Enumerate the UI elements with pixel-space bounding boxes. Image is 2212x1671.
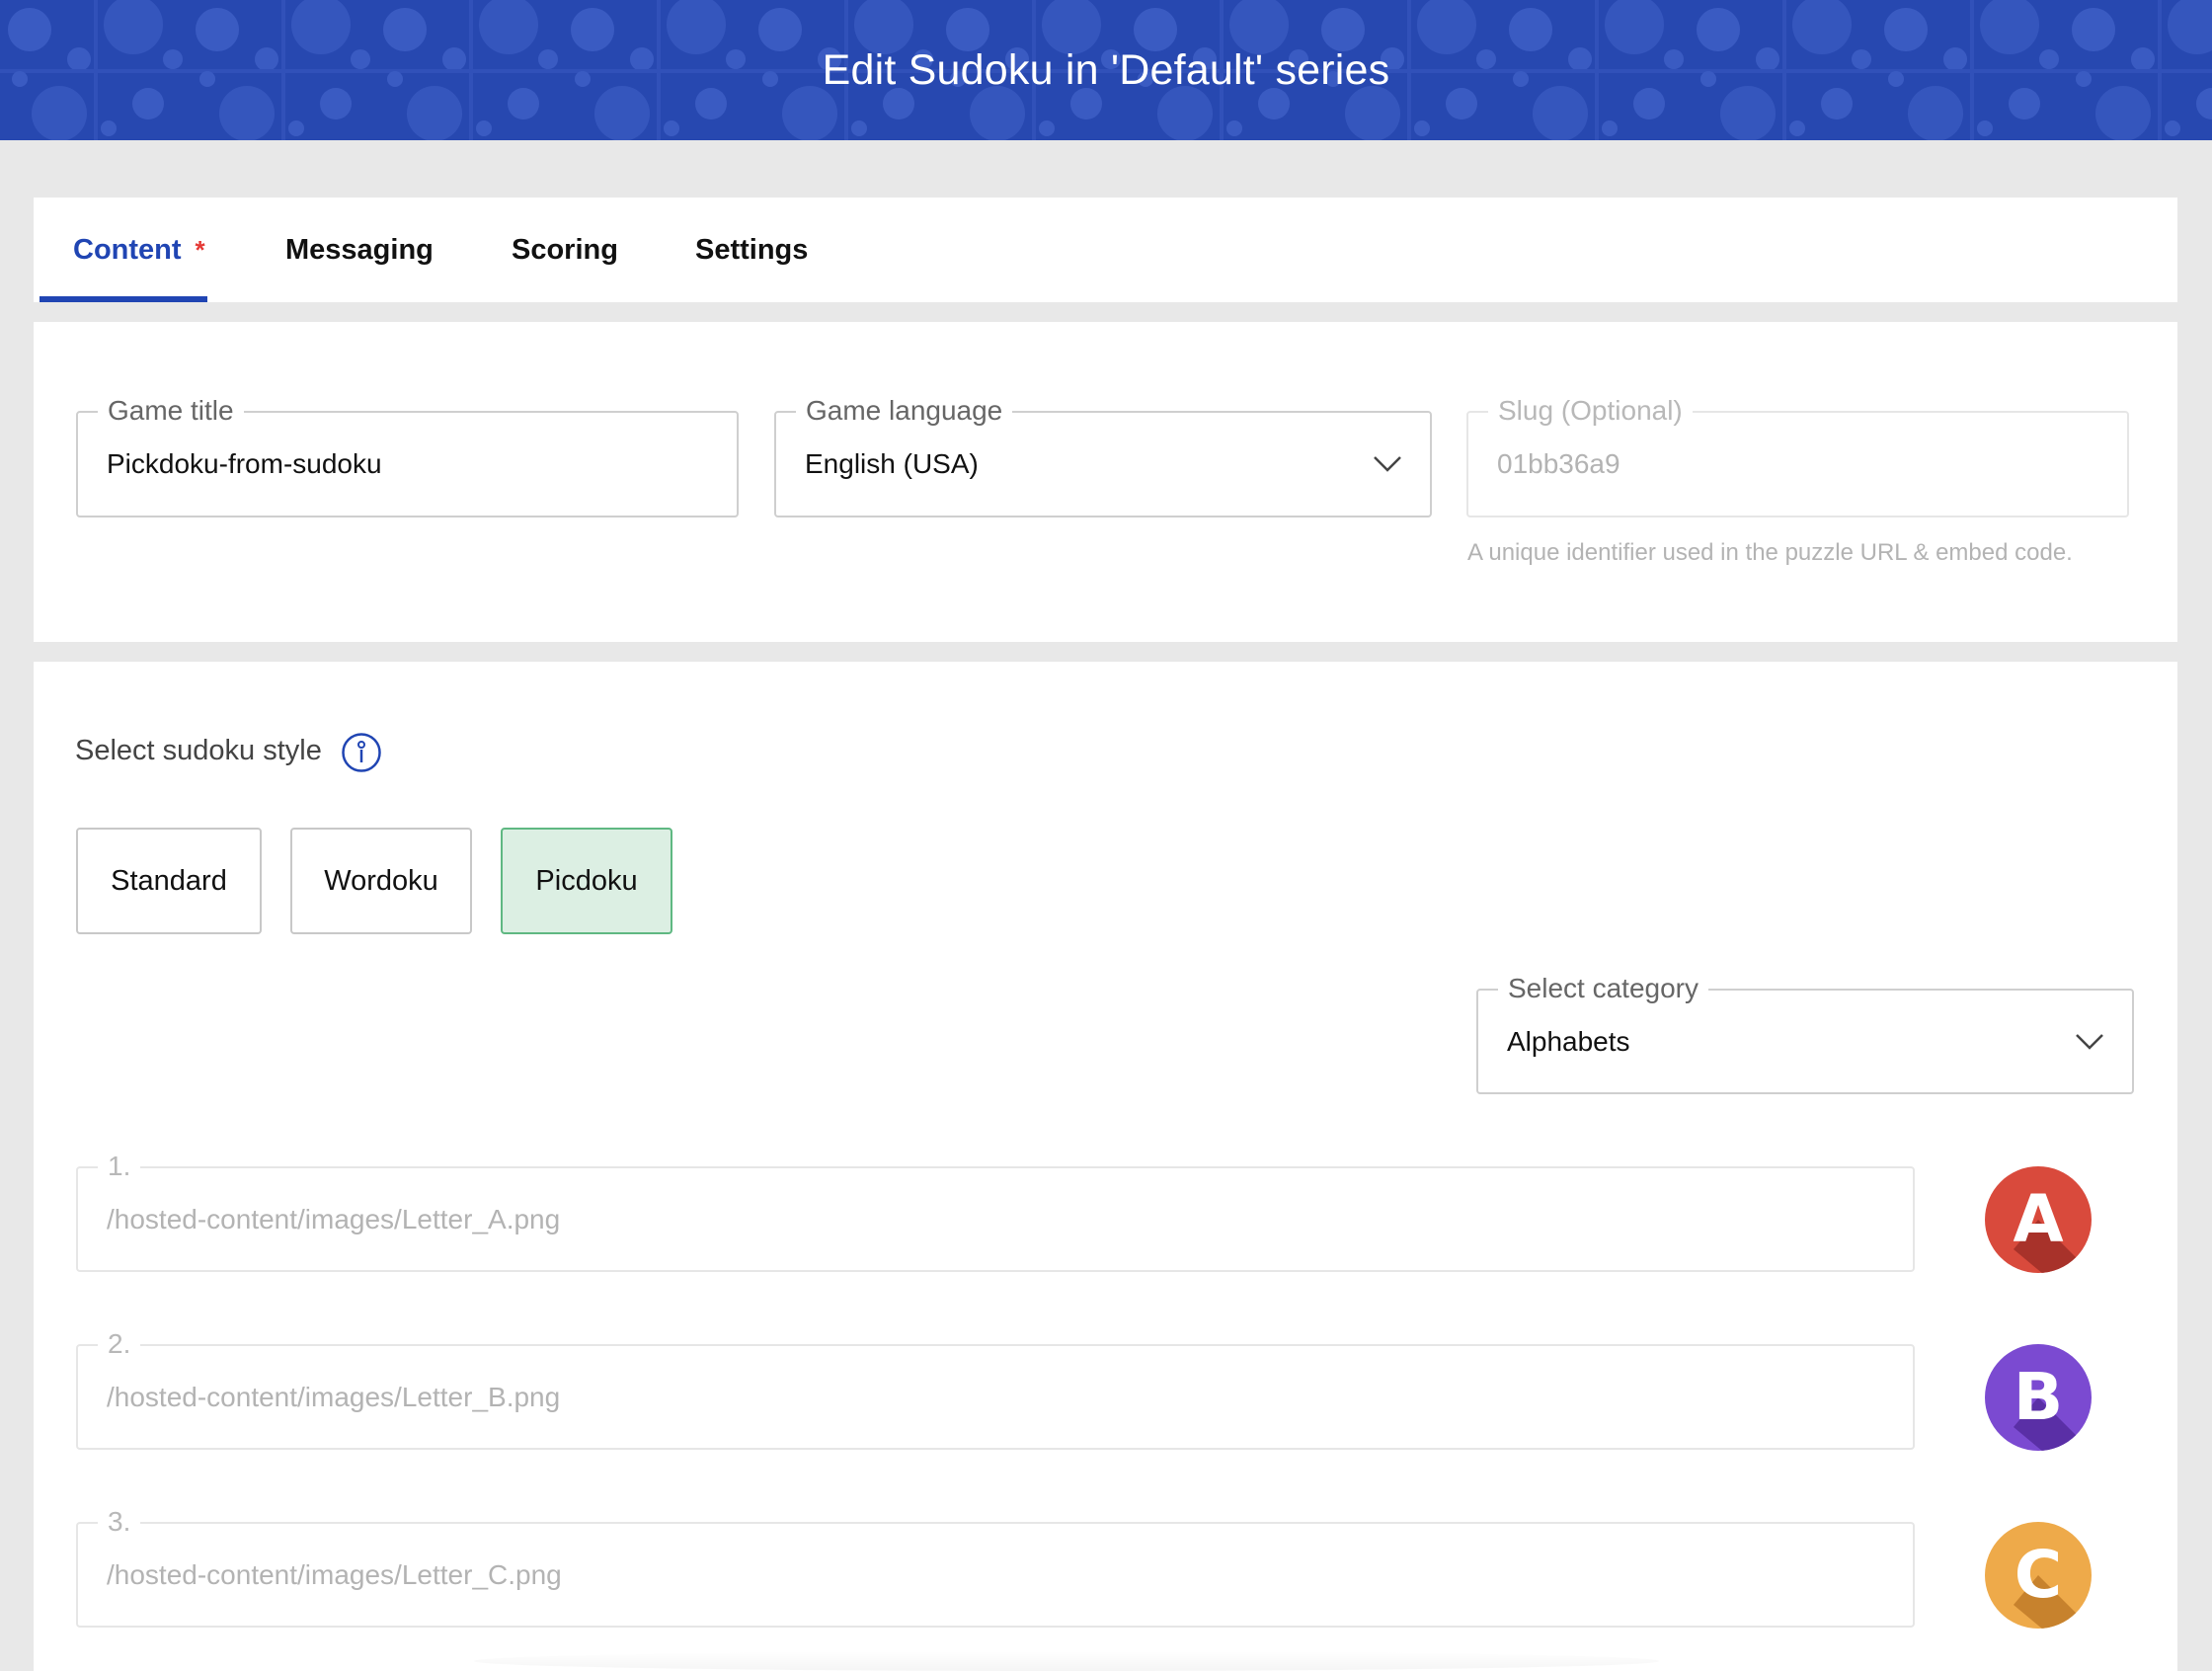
image-path-field-1[interactable]: 1. /hosted-content/images/Letter_A.png bbox=[76, 1149, 1915, 1272]
image-path-value-2: /hosted-content/images/Letter_B.png bbox=[107, 1381, 561, 1412]
game-title-field[interactable]: Game title Pickdoku-from-sudoku bbox=[76, 393, 739, 517]
tab-bar: Content * Messaging Scoring Settings bbox=[34, 198, 2177, 302]
tab-settings-label: Settings bbox=[695, 233, 809, 266]
chevron-down-icon bbox=[2076, 1033, 2103, 1050]
style-standard-button[interactable]: Standard bbox=[76, 828, 262, 934]
image-path-field-3[interactable]: 3. /hosted-content/images/Letter_C.png bbox=[76, 1504, 1915, 1628]
image-path-field-2[interactable]: 2. /hosted-content/images/Letter_B.png bbox=[76, 1326, 1915, 1450]
style-wordoku-button[interactable]: Wordoku bbox=[290, 828, 472, 934]
game-language-select[interactable]: Game language English (USA) bbox=[774, 393, 1432, 517]
letter-c-icon: C bbox=[1985, 1522, 2092, 1629]
image-path-value-3: /hosted-content/images/Letter_C.png bbox=[107, 1558, 562, 1590]
category-value: Alphabets bbox=[1507, 1025, 1630, 1057]
game-language-value: English (USA) bbox=[805, 448, 979, 479]
letter-b-icon: B bbox=[1985, 1344, 2092, 1451]
sudoku-style-label: Select sudoku style bbox=[75, 735, 322, 766]
scroll-shadow bbox=[474, 1651, 1659, 1671]
chevron-down-icon bbox=[1374, 456, 1401, 472]
image-path-value-1: /hosted-content/images/Letter_A.png bbox=[107, 1203, 561, 1234]
letter-b-glyph: B bbox=[2014, 1359, 2063, 1435]
page-title: Edit Sudoku in 'Default' series bbox=[822, 45, 1390, 94]
tab-content-label: Content bbox=[73, 233, 182, 266]
tab-settings[interactable]: Settings bbox=[695, 198, 808, 302]
tab-messaging[interactable]: Messaging bbox=[285, 198, 434, 302]
required-marker: * bbox=[195, 234, 205, 265]
slug-helper-text: A unique identifier used in the puzzle U… bbox=[1467, 539, 2073, 566]
info-icon[interactable] bbox=[341, 732, 382, 773]
active-tab-indicator bbox=[40, 296, 207, 302]
letter-a-icon: A bbox=[1985, 1166, 2092, 1273]
tab-messaging-label: Messaging bbox=[285, 233, 434, 266]
tab-content[interactable]: Content * bbox=[73, 198, 205, 302]
letter-c-glyph: C bbox=[2014, 1537, 2062, 1613]
tab-scoring[interactable]: Scoring bbox=[512, 198, 618, 302]
header-banner: Edit Sudoku in 'Default' series bbox=[0, 0, 2212, 140]
style-picdoku-button[interactable]: Picdoku bbox=[501, 828, 672, 934]
category-select[interactable]: Select category Alphabets bbox=[1476, 971, 2134, 1094]
tab-scoring-label: Scoring bbox=[512, 233, 618, 266]
letter-a-glyph: A bbox=[2013, 1181, 2063, 1257]
slug-field[interactable]: Slug (Optional) 01bb36a9 bbox=[1466, 393, 2129, 517]
game-title-value: Pickdoku-from-sudoku bbox=[107, 448, 382, 479]
slug-value: 01bb36a9 bbox=[1497, 448, 1620, 479]
